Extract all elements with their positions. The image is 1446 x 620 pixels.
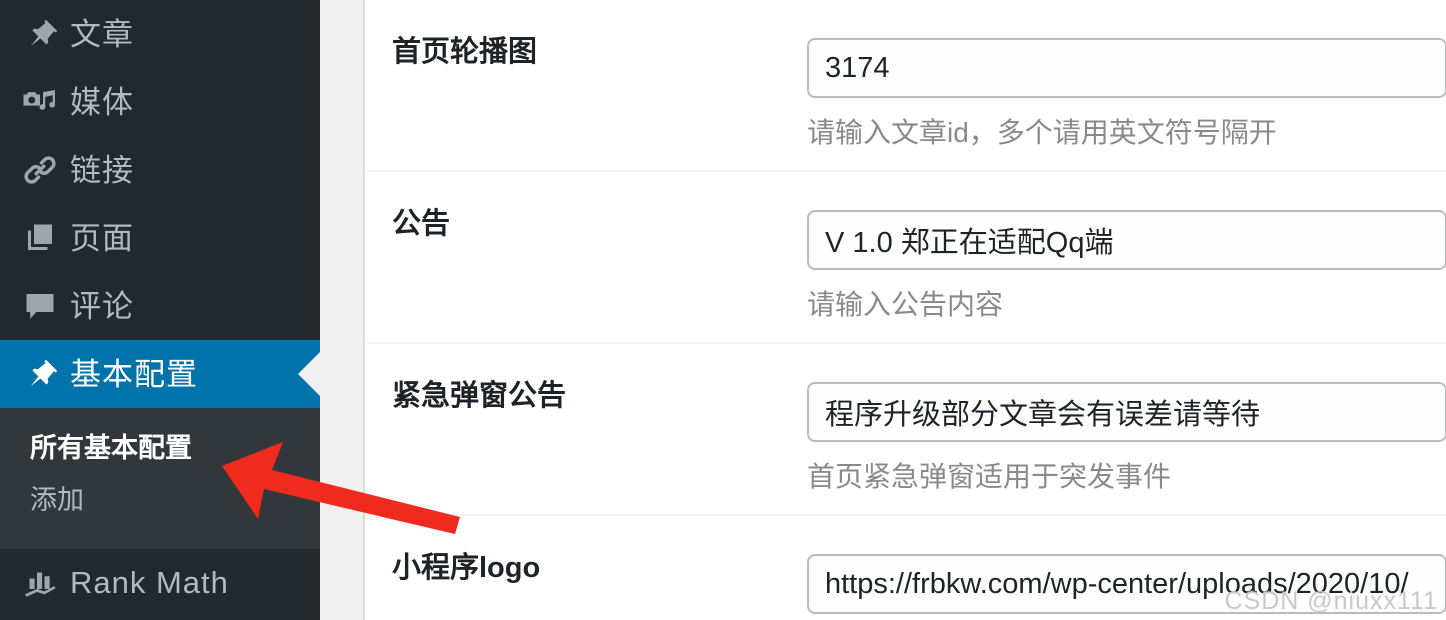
field-label: 小程序logo [392,552,541,584]
pages-icon [18,216,62,260]
field-label: 首页轮播图 [392,36,538,68]
sidebar-item-label: 链接 [70,152,134,188]
sidebar-item-basic-config[interactable]: 基本配置 [0,340,320,408]
media-camera-note-icon [18,80,62,124]
sidebar-item-label: 媒体 [70,84,134,120]
sidebar-submenu-item-all-basic-config[interactable]: 所有基本配置 [0,422,320,474]
field-help-text: 首页紧急弹窗适用于突发事件 [807,461,1172,492]
field-container: 首页紧急弹窗适用于突发事件 [807,382,1446,493]
sidebar-submenu-item-add[interactable]: 添加 [0,474,320,526]
sidebar-item-label: 文章 [70,16,134,52]
bar-chart-arrow-icon [18,561,62,605]
form-row-announcement: 公告 请输入公告内容 [367,172,1446,344]
sidebar-item-comments[interactable]: 评论 [0,272,320,340]
form-row-emergency-popup: 紧急弹窗公告 首页紧急弹窗适用于突发事件 [367,344,1446,516]
sidebar-item-label: 基本配置 [70,356,198,392]
announcement-input[interactable] [807,210,1446,270]
form-row-home-carousel: 首页轮播图 请输入文章id，多个请用英文符号隔开 [367,0,1446,172]
sidebar-item-label: 评论 [70,288,134,324]
home-carousel-input[interactable] [807,38,1446,98]
field-help-text: 请输入公告内容 [807,289,1004,320]
field-container: 请输入文章id，多个请用英文符号隔开 [807,38,1446,149]
sidebar-item-pages[interactable]: 页面 [0,204,320,272]
sidebar-item-label: Rank Math [70,565,229,601]
sidebar-item-posts[interactable]: 文章 [0,0,320,68]
field-label: 公告 [392,208,451,240]
field-label: 紧急弹窗公告 [392,380,567,412]
emergency-popup-input[interactable] [807,382,1446,442]
pushpin-icon [18,12,62,56]
pushpin-icon [18,352,62,396]
csdn-watermark: CSDN @niuxx111 [1224,587,1438,615]
active-menu-arrow-icon [298,352,320,396]
wordpress-admin-screen: 文章 媒体 链接 页面 评论 基本配置 所有基本配置 添加 Rank Math … [0,0,1446,620]
settings-form: 首页轮播图 请输入文章id，多个请用英文符号隔开 公告 请输入公告内容 紧急弹窗… [367,0,1446,620]
comment-bubble-icon [18,284,62,328]
field-container: 请输入公告内容 [807,210,1446,321]
sidebar-item-label: 页面 [70,220,134,256]
sidebar-item-links[interactable]: 链接 [0,136,320,204]
sidebar-item-rank-math[interactable]: Rank Math [0,549,320,617]
admin-sidebar: 文章 媒体 链接 页面 评论 基本配置 所有基本配置 添加 Rank Math [0,0,320,620]
sidebar-submenu-basic-config: 所有基本配置 添加 [0,408,320,549]
sidebar-item-media[interactable]: 媒体 [0,68,320,136]
sidebar-content-gap [320,0,365,620]
link-chain-icon [18,148,62,192]
field-help-text: 请输入文章id，多个请用英文符号隔开 [807,117,1277,148]
